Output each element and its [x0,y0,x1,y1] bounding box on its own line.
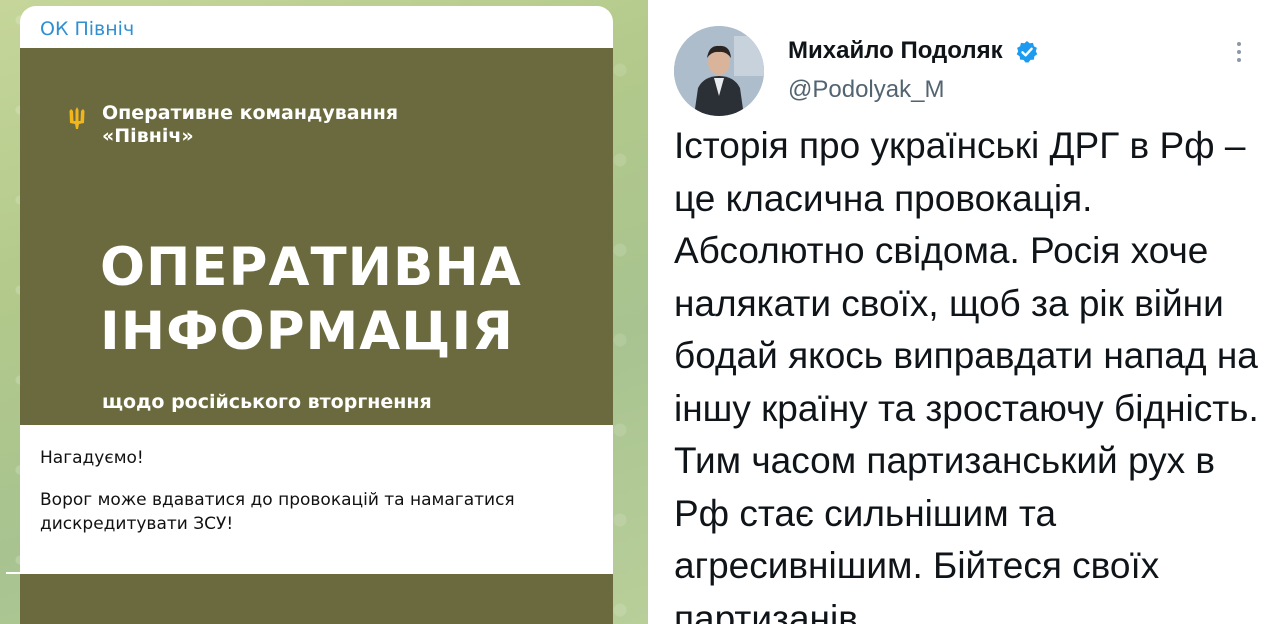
card-org-name: Оперативне командування «Північ» [102,102,399,147]
card-subtitle: щодо російського вторгнення [102,391,432,413]
channel-name-link[interactable]: ОК Північ [40,18,134,40]
message-text: Нагадуємо! Ворог може вдаватися до прово… [40,446,600,554]
person-avatar-icon [674,26,764,116]
message-paragraph: Ворог може вдаватися до провокацій та на… [40,490,515,534]
telegram-message[interactable]: ОК Північ Оперативне командування «Півні… [20,6,613,624]
telegram-panel: ОК Північ Оперативне командування «Півні… [0,0,648,624]
next-post-image-card[interactable] [20,574,613,624]
tweet-card: Михайло Подоляк @Podolyak_M Історія про … [648,0,1276,624]
author-handle[interactable]: @Podolyak_M [788,76,944,104]
avatar[interactable] [674,26,764,116]
author-name[interactable]: Михайло Подоляк [788,37,1003,65]
message-paragraph: Нагадуємо! [40,448,144,468]
more-options-icon[interactable] [1231,38,1247,66]
card-headline-line-1: ОПЕРАТИВНА [100,237,522,298]
message-divider [6,572,20,574]
verified-badge-icon [1016,41,1038,63]
card-headline-line-2: ІНФОРМАЦІЯ [100,301,514,362]
tweet-text: Історія про українські ДРГ в Рф – це кла… [674,125,1259,624]
card-headline: ОПЕРАТИВНА ІНФОРМАЦІЯ [100,236,522,364]
post-image-card[interactable]: Оперативне командування «Північ» ОПЕРАТИ… [20,48,613,425]
trident-emblem-icon [69,107,85,129]
